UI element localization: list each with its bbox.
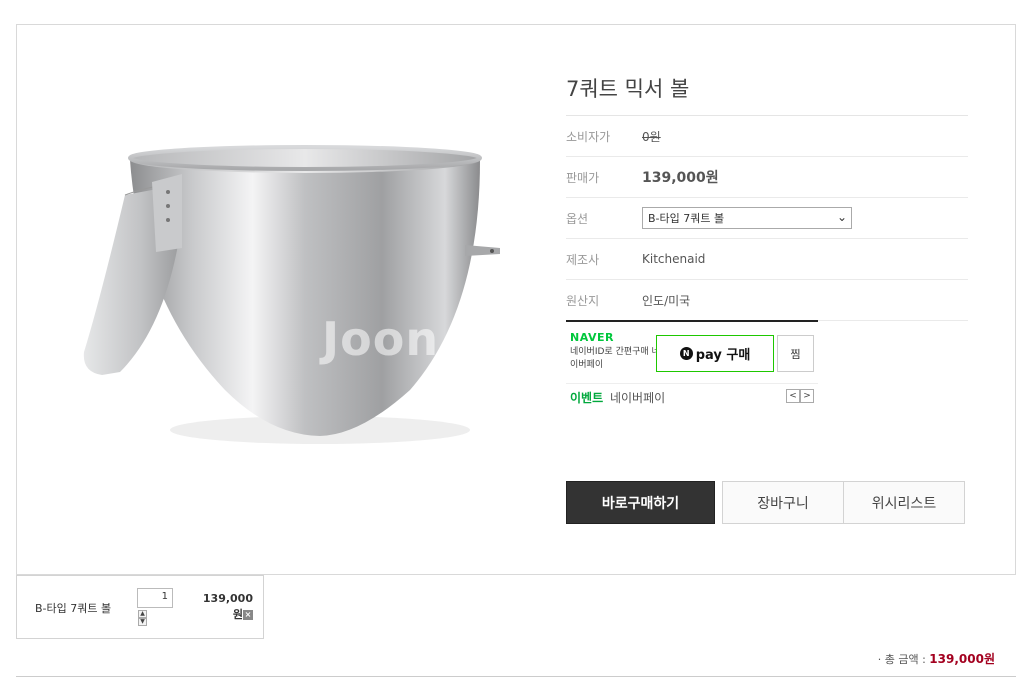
option-selected-value: B-타입 7쿼트 볼: [648, 212, 725, 225]
row-sale-price: 판매가 139,000원: [566, 157, 968, 198]
naver-n-icon: N: [679, 347, 693, 360]
total-amount: · 총 금액 : 139,000원: [878, 650, 995, 667]
selected-price-unit: 원: [232, 608, 243, 621]
naver-pay-box: NAVER 네이버ID로 간편구매 네이버페이 N pay 구매 찜 이벤트 네…: [566, 320, 818, 410]
event-nav: < >: [786, 389, 814, 403]
manufacturer-value: Kitchenaid: [642, 252, 706, 266]
option-select[interactable]: B-타입 7쿼트 볼 ⌄: [642, 207, 852, 229]
add-to-cart-button[interactable]: 장바구니: [722, 481, 844, 524]
naver-pay-button[interactable]: N pay 구매: [656, 335, 774, 372]
product-title: 7쿼트 믹서 볼: [566, 72, 968, 116]
buy-now-button[interactable]: 바로구매하기: [566, 481, 715, 524]
row-consumer-price: 소비자가 0원: [566, 116, 968, 157]
delete-icon[interactable]: ×: [243, 610, 253, 620]
selected-price-unit-row: 원 ×: [203, 607, 253, 623]
next-arrow-icon[interactable]: >: [800, 389, 814, 403]
prev-arrow-icon[interactable]: <: [786, 389, 800, 403]
row-origin: 원산지 인도/미국: [566, 280, 968, 321]
origin-label: 원산지: [566, 293, 600, 308]
selected-option-box: B-타입 7쿼트 볼 1 ▲ ▼ 139,000 원 ×: [16, 575, 264, 639]
origin-value: 인도/미국: [642, 293, 691, 308]
consumer-price-value: 0원: [642, 129, 661, 144]
row-option: 옵션 B-타입 7쿼트 볼 ⌄: [566, 198, 968, 239]
sale-price-value: 139,000원: [642, 170, 719, 186]
zzim-button[interactable]: 찜: [777, 335, 814, 372]
consumer-price-label: 소비자가: [566, 129, 611, 144]
option-label: 옵션: [566, 211, 589, 226]
product-info: 7쿼트 믹서 볼 소비자가 0원 판매가 139,000원 옵션 B-타입 7쿼…: [566, 72, 968, 321]
selected-price-value: 139,000: [202, 592, 253, 605]
sale-price-label: 판매가: [566, 170, 600, 185]
naver-logo: NAVER: [570, 331, 614, 344]
event-label: 이벤트: [570, 391, 604, 405]
selected-option-name: B-타입 7쿼트 볼: [35, 602, 112, 615]
divider: [16, 676, 1016, 677]
watermark: Joon: [322, 312, 440, 366]
quantity-up-icon[interactable]: ▲: [138, 610, 147, 618]
total-label: · 총 금액 :: [877, 653, 926, 666]
naver-event-row: 이벤트 네이버페이 < >: [566, 383, 818, 405]
quantity-input[interactable]: 1: [137, 588, 173, 608]
quantity-down-icon[interactable]: ▼: [138, 618, 147, 626]
row-manufacturer: 제조사 Kitchenaid: [566, 239, 968, 280]
event-text[interactable]: 네이버페이: [610, 391, 665, 405]
chevron-down-icon: ⌄: [836, 210, 847, 224]
naver-pay-desc: 네이버ID로 간편구매 네이버페이: [570, 347, 660, 370]
naver-pay-button-label: pay 구매: [695, 348, 751, 363]
manufacturer-label: 제조사: [566, 252, 600, 267]
total-value: 139,000원: [929, 652, 995, 666]
selected-option-price: 139,000 원 ×: [203, 591, 253, 623]
product-image: [60, 100, 530, 470]
wishlist-button[interactable]: 위시리스트: [843, 481, 965, 524]
